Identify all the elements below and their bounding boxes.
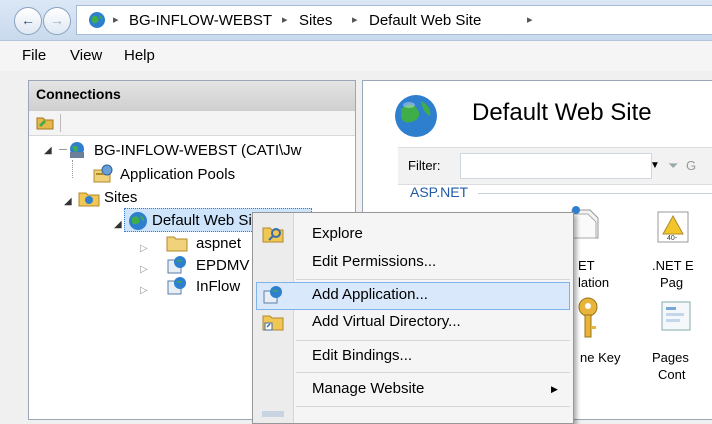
collapsed-triangle-icon[interactable]: ▷ bbox=[140, 243, 148, 254]
tree-application-pools[interactable]: Application Pools bbox=[120, 166, 235, 183]
toolbar-divider bbox=[60, 114, 61, 132]
globe-icon bbox=[129, 212, 147, 230]
connect-icon[interactable] bbox=[36, 114, 54, 130]
dropdown-arrow-icon[interactable]: ▼ bbox=[650, 160, 660, 171]
web-application-icon bbox=[167, 277, 186, 295]
menu-label-add-application: Add Application... bbox=[312, 286, 428, 303]
feature-label[interactable]: ET bbox=[578, 258, 595, 273]
submenu-arrow-icon: ▶ bbox=[551, 384, 558, 394]
breadcrumb-separator: ▸ bbox=[282, 14, 288, 26]
pages-controls-icon bbox=[661, 301, 691, 331]
tree-inflow[interactable]: InFlow bbox=[196, 278, 240, 295]
breadcrumb-default-site[interactable]: Default Web Site bbox=[369, 12, 481, 29]
tree-server[interactable]: BG-INFLOW-WEBST (CATI\Jw bbox=[94, 142, 302, 159]
folder-icon bbox=[166, 236, 188, 252]
feature-label[interactable]: .NET E bbox=[652, 258, 694, 273]
tree-default-web-site[interactable]: Default Web Site bbox=[152, 212, 264, 229]
go-button[interactable]: G bbox=[686, 158, 696, 173]
server-icon bbox=[59, 142, 84, 158]
tree-line bbox=[72, 160, 74, 178]
menu-item-explore[interactable] bbox=[253, 219, 573, 249]
menu-help[interactable]: Help bbox=[124, 47, 155, 64]
breadcrumb-separator: ▸ bbox=[352, 14, 358, 26]
breadcrumb-separator: ▸ bbox=[527, 14, 533, 26]
tree-epdmv[interactable]: EPDMV bbox=[196, 257, 249, 274]
back-button[interactable]: ← bbox=[14, 7, 42, 35]
menu-label-edit-permissions: Edit Permissions... bbox=[312, 253, 437, 270]
filter-label: Filter: bbox=[408, 158, 441, 173]
expanded-triangle-icon[interactable]: ◢ bbox=[44, 145, 52, 156]
arrow-right-icon: → bbox=[50, 12, 64, 28]
web-application-icon bbox=[167, 256, 186, 274]
menu-label-manage-website: Manage Website bbox=[312, 380, 425, 397]
feature-label[interactable]: Pag bbox=[660, 275, 683, 290]
menu-label-explore: Explore bbox=[312, 225, 363, 242]
section-header-aspnet: ASP.NET bbox=[410, 184, 469, 200]
page-title: Default Web Site bbox=[472, 99, 652, 126]
collapsed-triangle-icon[interactable]: ▷ bbox=[140, 285, 148, 296]
menu-separator bbox=[296, 406, 570, 407]
menu-separator bbox=[296, 340, 570, 341]
forward-button[interactable]: → bbox=[43, 7, 71, 35]
application-pools-icon bbox=[93, 164, 113, 183]
menu-separator bbox=[296, 372, 570, 373]
menu-label-add-virtual-directory: Add Virtual Directory... bbox=[312, 313, 461, 330]
svg-text:40-: 40- bbox=[667, 235, 678, 242]
menu-file[interactable]: File bbox=[22, 47, 46, 64]
menu-item-edit-bindings[interactable] bbox=[253, 342, 573, 372]
menu-label-edit-bindings: Edit Bindings... bbox=[312, 347, 413, 364]
feature-label[interactable]: lation bbox=[578, 275, 609, 290]
filter-input[interactable] bbox=[460, 153, 652, 179]
breadcrumb-sites[interactable]: Sites bbox=[299, 12, 332, 29]
connections-toolbar bbox=[29, 111, 355, 136]
breadcrumb-server[interactable]: BG-INFLOW-WEBST bbox=[129, 12, 272, 29]
globe-icon bbox=[395, 95, 437, 137]
expanded-triangle-icon[interactable]: ◢ bbox=[114, 219, 122, 230]
expanded-triangle-icon[interactable]: ◢ bbox=[64, 196, 72, 207]
connections-title: Connections bbox=[36, 86, 121, 102]
menu-bar bbox=[0, 41, 712, 71]
add-application-icon bbox=[263, 286, 282, 304]
menu-separator bbox=[296, 279, 570, 280]
section-divider bbox=[478, 193, 712, 194]
arrow-left-icon: ← bbox=[21, 12, 35, 28]
menu-item-icon-partial bbox=[262, 411, 284, 417]
funnel-icon[interactable]: ⏷ bbox=[668, 158, 678, 174]
add-virtual-directory-icon bbox=[262, 315, 284, 331]
globe-icon bbox=[89, 12, 105, 28]
feature-label[interactable]: Cont bbox=[658, 367, 685, 382]
explore-icon bbox=[262, 227, 284, 243]
breadcrumb-separator: ▸ bbox=[113, 14, 119, 26]
menu-view[interactable]: View bbox=[70, 47, 102, 64]
tree-aspnet[interactable]: aspnet bbox=[196, 235, 241, 252]
feature-label[interactable]: Pages bbox=[652, 350, 689, 365]
sites-folder-icon bbox=[78, 192, 100, 207]
collapsed-triangle-icon[interactable]: ▷ bbox=[140, 264, 148, 275]
machine-key-icon bbox=[578, 297, 598, 338]
tree-sites[interactable]: Sites bbox=[104, 189, 137, 206]
error-pages-icon: 40- bbox=[657, 211, 689, 243]
feature-label[interactable]: ne Key bbox=[580, 350, 620, 365]
